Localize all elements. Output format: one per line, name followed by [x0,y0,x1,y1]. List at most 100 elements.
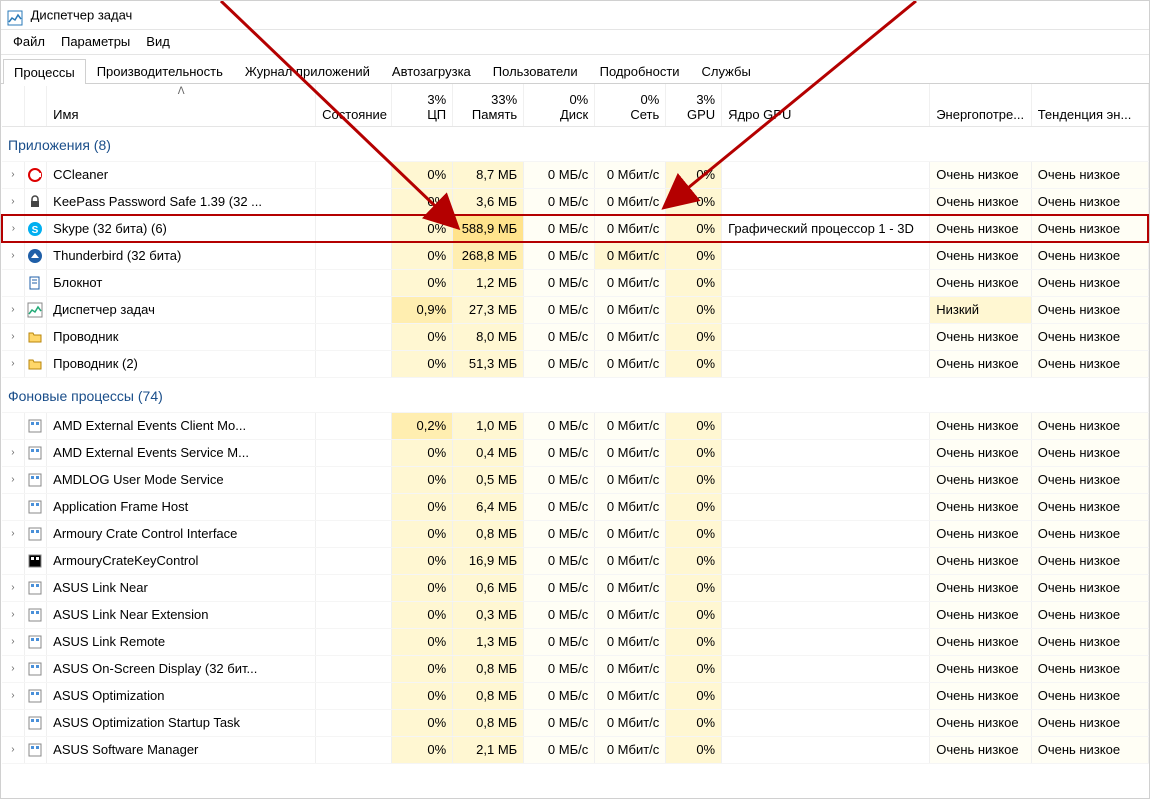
cell-net: 0 Мбит/с [595,520,666,547]
expand-chevron-icon[interactable] [2,547,24,574]
process-icon [24,709,46,736]
cell-trend: Очень низкое [1031,709,1148,736]
cell-net: 0 Мбит/с [595,709,666,736]
tab-1[interactable]: Производительность [86,58,234,85]
process-row[interactable]: ›AMDLOG User Mode Service0%0,5 МБ0 МБ/с0… [2,466,1148,493]
cell-cpu: 0% [392,242,453,269]
process-row[interactable]: ›ASUS Link Near Extension0%0,3 МБ0 МБ/с0… [2,601,1148,628]
col-header-net[interactable]: 0%Сеть [595,84,666,126]
expand-chevron-icon[interactable]: › [2,466,24,493]
col-header-trend[interactable]: Тенденция эн... [1031,84,1148,126]
menu-file[interactable]: Файл [5,32,53,51]
expand-chevron-icon[interactable]: › [2,296,24,323]
expand-chevron-icon[interactable]: › [2,242,24,269]
cell-mem: 1,2 МБ [453,269,524,296]
cell-gpu: 0% [666,242,722,269]
cell-energy: Низкий [930,296,1032,323]
expand-chevron-icon[interactable]: › [2,574,24,601]
cell-mem: 1,0 МБ [453,412,524,439]
menu-view[interactable]: Вид [138,32,178,51]
process-row[interactable]: ›Проводник (2)0%51,3 МБ0 МБ/с0 Мбит/с0%О… [2,350,1148,377]
tab-6[interactable]: Службы [691,58,762,85]
tab-2[interactable]: Журнал приложений [234,58,381,85]
col-header-status[interactable]: Состояние [316,84,392,126]
cell-cpu: 0% [392,574,453,601]
cell-trend: Очень низкое [1031,412,1148,439]
expand-chevron-icon[interactable]: › [2,655,24,682]
process-row[interactable]: ›ASUS Software Manager0%2,1 МБ0 МБ/с0 Мб… [2,736,1148,763]
expand-chevron-icon[interactable]: › [2,439,24,466]
expand-chevron-icon[interactable]: › [2,215,24,242]
tab-3[interactable]: Автозагрузка [381,58,482,85]
expand-chevron-icon[interactable]: › [2,682,24,709]
titlebar[interactable]: Диспетчер задач [1,1,1149,30]
expand-chevron-icon[interactable] [2,269,24,296]
cell-trend: Очень низкое [1031,296,1148,323]
expand-chevron-icon[interactable] [2,709,24,736]
cell-energy: Очень низкое [930,439,1032,466]
group-header[interactable]: Фоновые процессы (74) [2,377,1148,412]
process-row[interactable]: ASUS Optimization Startup Task0%0,8 МБ0 … [2,709,1148,736]
tab-5[interactable]: Подробности [589,58,691,85]
cell-energy: Очень низкое [930,574,1032,601]
tab-0[interactable]: Процессы [3,59,86,86]
cell-cpu: 0% [392,493,453,520]
cell-mem: 0,8 МБ [453,682,524,709]
process-row[interactable]: ArmouryCrateKeyControl0%16,9 МБ0 МБ/с0 М… [2,547,1148,574]
process-row[interactable]: ›ASUS Link Remote0%1,3 МБ0 МБ/с0 Мбит/с0… [2,628,1148,655]
expand-chevron-icon[interactable]: › [2,628,24,655]
process-row[interactable]: ›AMD External Events Service M...0%0,4 М… [2,439,1148,466]
process-row[interactable]: AMD External Events Client Mo...0,2%1,0 … [2,412,1148,439]
cell-cpu: 0% [392,439,453,466]
process-row[interactable]: ›KeePass Password Safe 1.39 (32 ...0%3,6… [2,188,1148,215]
cell-net: 0 Мбит/с [595,439,666,466]
process-row[interactable]: ›Armoury Crate Control Interface0%0,8 МБ… [2,520,1148,547]
cell-gpucore [722,412,930,439]
cell-gpu: 0% [666,520,722,547]
process-name: ASUS Link Remote [47,628,316,655]
cell-energy: Очень низкое [930,655,1032,682]
group-header[interactable]: Приложения (8) [2,126,1148,161]
process-grid[interactable]: ᐱИмяСостояние3%ЦП33%Память0%Диск0%Сеть3%… [1,84,1149,799]
expand-chevron-icon[interactable]: › [2,350,24,377]
process-row[interactable]: ›ASUS Optimization0%0,8 МБ0 МБ/с0 Мбит/с… [2,682,1148,709]
col-header-disk[interactable]: 0%Диск [524,84,595,126]
process-row[interactable]: Application Frame Host0%6,4 МБ0 МБ/с0 Мб… [2,493,1148,520]
cell-disk: 0 МБ/с [524,215,595,242]
cell-cpu: 0% [392,215,453,242]
cell-net: 0 Мбит/с [595,188,666,215]
cell-disk: 0 МБ/с [524,439,595,466]
col-header-mem[interactable]: 33%Память [453,84,524,126]
tab-4[interactable]: Пользователи [482,58,589,85]
col-header-gpu[interactable]: 3%GPU [666,84,722,126]
process-row[interactable]: ›Проводник0%8,0 МБ0 МБ/с0 Мбит/с0%Очень … [2,323,1148,350]
process-icon [24,736,46,763]
expand-chevron-icon[interactable]: › [2,323,24,350]
cell-cpu: 0,9% [392,296,453,323]
expand-chevron-icon[interactable] [2,412,24,439]
expand-chevron-icon[interactable]: › [2,520,24,547]
col-header-cpu[interactable]: 3%ЦП [392,84,453,126]
process-row[interactable]: Блокнот0%1,2 МБ0 МБ/с0 Мбит/с0%Очень низ… [2,269,1148,296]
process-row[interactable]: ›CCleaner0%8,7 МБ0 МБ/с0 Мбит/с0%Очень н… [2,161,1148,188]
col-header-name[interactable]: ᐱИмя [47,84,316,126]
process-icon [24,601,46,628]
process-row[interactable]: ›SSkype (32 бита) (6)0%588,9 МБ0 МБ/с0 М… [2,215,1148,242]
expand-chevron-icon[interactable]: › [2,601,24,628]
expand-chevron-icon[interactable]: › [2,161,24,188]
cell-net: 0 Мбит/с [595,628,666,655]
expand-chevron-icon[interactable]: › [2,188,24,215]
expand-chevron-icon[interactable]: › [2,736,24,763]
cell-gpu: 0% [666,269,722,296]
menu-options[interactable]: Параметры [53,32,138,51]
cell-mem: 8,0 МБ [453,323,524,350]
expand-chevron-icon[interactable] [2,493,24,520]
process-row[interactable]: ›Диспетчер задач0,9%27,3 МБ0 МБ/с0 Мбит/… [2,296,1148,323]
cell-cpu: 0% [392,323,453,350]
process-row[interactable]: ›ASUS On-Screen Display (32 бит...0%0,8 … [2,655,1148,682]
process-name: ASUS Optimization Startup Task [47,709,316,736]
col-header-gpucore[interactable]: Ядро GPU [722,84,930,126]
process-row[interactable]: ›Thunderbird (32 бита)0%268,8 МБ0 МБ/с0 … [2,242,1148,269]
process-row[interactable]: ›ASUS Link Near0%0,6 МБ0 МБ/с0 Мбит/с0%О… [2,574,1148,601]
col-header-energy[interactable]: Энергопотре... [930,84,1032,126]
